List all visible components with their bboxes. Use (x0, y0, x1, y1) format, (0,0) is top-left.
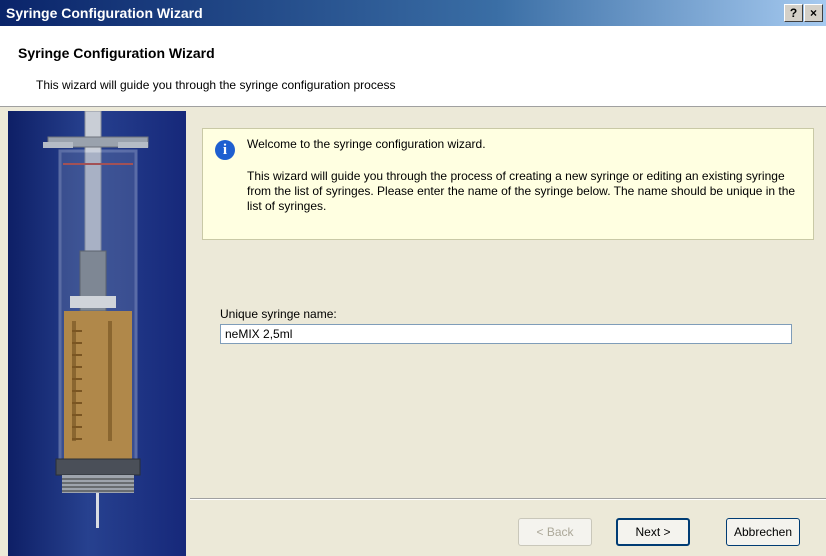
title-bar[interactable]: Syringe Configuration Wizard ? × (0, 0, 826, 26)
window-title: Syringe Configuration Wizard (6, 5, 203, 21)
info-title: Welcome to the syringe configuration wiz… (247, 137, 486, 151)
next-button[interactable]: Next > (616, 518, 690, 546)
header-subtitle: This wizard will guide you through the s… (36, 78, 396, 92)
close-button[interactable]: × (804, 4, 823, 22)
back-button[interactable]: < Back (518, 518, 592, 546)
wizard-header: Syringe Configuration Wizard This wizard… (0, 26, 826, 107)
info-box: i Welcome to the syringe configuration w… (202, 128, 814, 240)
help-button[interactable]: ? (784, 4, 803, 22)
info-body: This wizard will guide you through the p… (247, 169, 796, 213)
syringe-name-input[interactable] (220, 324, 792, 344)
syringe-illustration (8, 111, 186, 556)
syringe-name-label: Unique syringe name: (220, 307, 337, 321)
footer-divider (190, 498, 826, 500)
info-icon: i (215, 140, 235, 160)
cancel-button[interactable]: Abbrechen (726, 518, 800, 546)
syringe-graphic (43, 111, 149, 528)
wizard-content: i Welcome to the syringe configuration w… (190, 108, 826, 556)
header-title: Syringe Configuration Wizard (18, 45, 215, 61)
